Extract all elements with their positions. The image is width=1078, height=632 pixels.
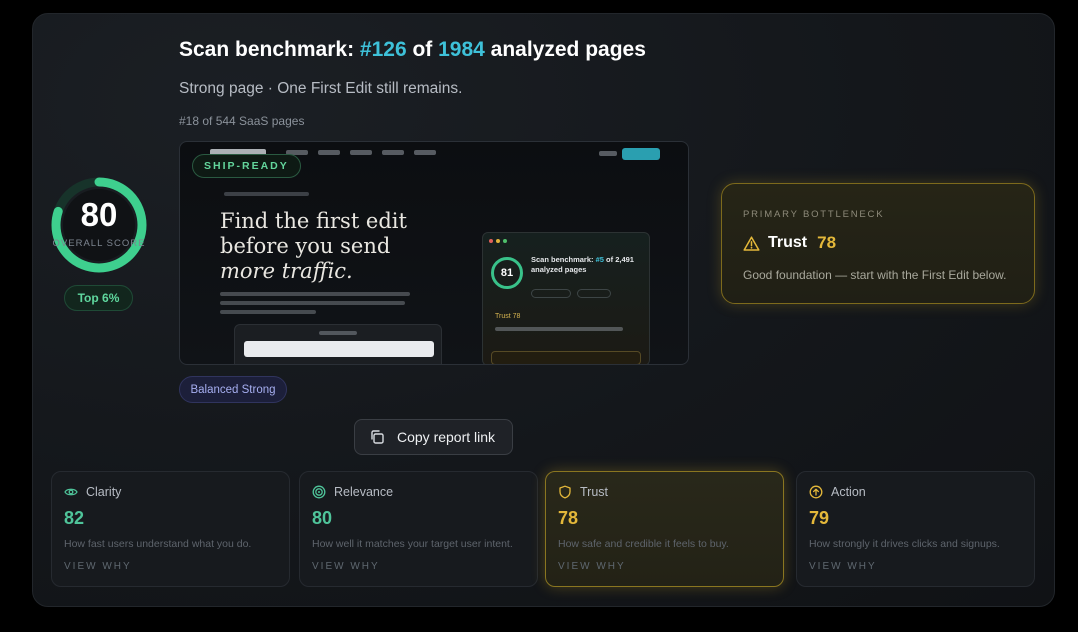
warning-icon — [743, 235, 760, 251]
metric-value: 82 — [64, 508, 85, 528]
total-value: 1984 — [438, 38, 485, 61]
metric-description: How well it matches your target user int… — [312, 538, 513, 550]
metric-name: Relevance — [334, 485, 394, 499]
copy-report-link-button[interactable]: Copy report link — [354, 419, 513, 455]
preview-eyebrow — [224, 192, 309, 196]
preview-trust: Trust 78 — [495, 313, 521, 320]
metric-description: How fast users understand what you do. — [64, 538, 252, 550]
bottleneck-value: 78 — [817, 233, 837, 252]
metric-value: 79 — [809, 508, 830, 528]
view-why-link[interactable]: VIEW WHY — [558, 561, 626, 572]
metric-description: How strongly it drives clicks and signup… — [809, 538, 1000, 550]
preview-signin — [599, 151, 617, 156]
view-why-link[interactable]: VIEW WHY — [312, 561, 380, 572]
view-why-link[interactable]: VIEW WHY — [809, 561, 877, 572]
bottleneck-eyebrow: PRIMARY BOTTLENECK — [743, 209, 885, 220]
rank-value: #126 — [359, 38, 407, 61]
page-screenshot-preview[interactable]: SHIP-READY Find the first edit before yo… — [179, 141, 689, 365]
page-title: Scan benchmark: #126 of 1984 analyzed pa… — [179, 38, 646, 61]
segment-rank: #18 of 544 SaaS pages — [179, 114, 305, 128]
preview-signup — [622, 148, 660, 160]
preview-score-ring: 81 — [491, 257, 523, 289]
top-percentile-badge: Top 6% — [64, 285, 133, 311]
metric-card-relevance[interactable]: Relevance 80 How well it matches your ta… — [299, 471, 538, 587]
primary-bottleneck-card[interactable]: PRIMARY BOTTLENECK Trust 78 Good foundat… — [721, 183, 1035, 304]
overall-score-gauge: 80 OVERALL SCORE — [50, 176, 148, 274]
metric-description: How safe and credible it feels to buy. — [558, 538, 729, 550]
metric-name: Trust — [580, 485, 609, 499]
preview-nav-items — [286, 150, 436, 155]
preview-headline: Find the first edit before you send more… — [220, 209, 407, 283]
overall-score-value: 80 — [80, 196, 118, 233]
eye-icon — [64, 488, 78, 496]
overall-score-label: OVERALL SCORE — [52, 238, 146, 249]
preview-result-panel: 81 Scan benchmark: #5 of 2,491 analyzed … — [482, 232, 650, 364]
metric-value: 80 — [312, 508, 333, 528]
shield-icon — [559, 485, 571, 499]
metric-card-trust[interactable]: Trust 78 How safe and credible it feels … — [545, 471, 784, 587]
target-icon — [312, 485, 326, 499]
bottleneck-name: Trust — [768, 234, 808, 251]
metric-value: 78 — [558, 508, 579, 528]
bottleneck-description: Good foundation — start with the First E… — [743, 268, 1007, 282]
arrow-up-circle-icon — [809, 485, 823, 499]
preview-panel-title: Scan benchmark: #5 of 2,491 analyzed pag… — [531, 255, 634, 274]
metric-card-action[interactable]: Action 79 How strongly it drives clicks … — [796, 471, 1035, 587]
profile-badge: Balanced Strong — [179, 376, 287, 403]
metric-card-clarity[interactable]: Clarity 82 How fast users understand wha… — [51, 471, 290, 587]
bottleneck-row: Trust 78 — [743, 233, 836, 253]
view-why-link[interactable]: VIEW WHY — [64, 561, 132, 572]
preview-body-text — [220, 292, 410, 319]
copy-icon — [371, 430, 384, 444]
metric-name: Clarity — [86, 485, 122, 499]
copy-report-link-label: Copy report link — [397, 429, 496, 445]
page-subtitle: Strong page · One First Edit still remai… — [179, 80, 463, 97]
preview-url-form — [234, 324, 442, 364]
metric-name: Action — [831, 485, 866, 499]
ship-ready-badge: SHIP-READY — [192, 154, 301, 178]
